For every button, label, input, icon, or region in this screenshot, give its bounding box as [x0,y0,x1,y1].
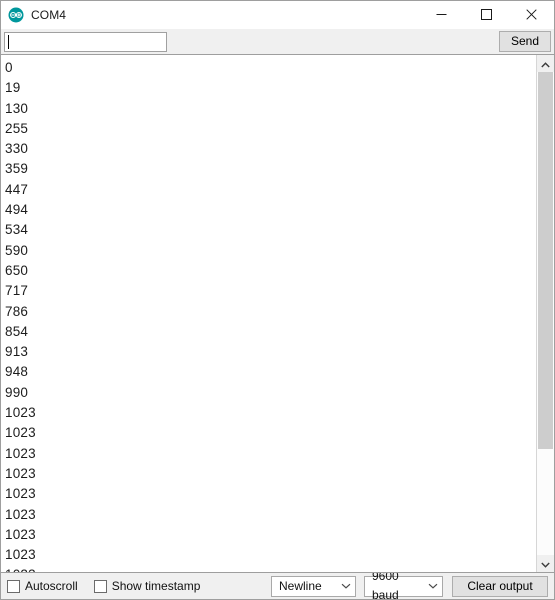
vertical-scrollbar[interactable] [536,55,554,572]
close-icon [526,9,537,20]
serial-output-line: 786 [5,303,29,319]
minimize-icon [436,9,447,20]
window-title: COM4 [31,7,67,22]
serial-output-line: 1023 [5,526,36,542]
serial-output-line: 447 [5,181,29,197]
line-ending-value: Newline [279,578,322,593]
show-timestamp-label: Show timestamp [111,579,201,593]
serial-output-line: 948 [5,364,29,380]
serial-output-line: 650 [5,262,29,278]
serial-output-line: 1023 [5,565,536,572]
chevron-down-icon [541,555,550,573]
serial-output-line: 359 [5,161,29,177]
maximize-icon [481,9,492,20]
serial-output-line: 913 [5,344,29,360]
serial-monitor-window: COM4 Send 0 19 130 255 330 359 447 494 5… [0,0,555,600]
autoscroll-label: Autoscroll [25,579,78,593]
serial-output-line: 494 [5,202,29,218]
serial-output-line: 1023 [5,547,36,563]
window-controls [419,1,554,28]
scroll-down-button[interactable] [537,555,554,572]
serial-output-area: 0 19 130 255 330 359 447 494 534 590 650 717 786 854 9… [1,54,554,573]
chevron-down-icon [341,583,351,589]
show-timestamp-checkbox-box[interactable] [93,579,107,593]
autoscroll-checkbox[interactable]: Autoscroll [7,579,78,593]
serial-output-line: 590 [5,242,29,258]
serial-output-line: 1023 [5,465,36,481]
serial-output-line: 534 [5,222,29,238]
serial-output-line: 330 [5,141,29,157]
serial-output-line: 255 [5,120,29,136]
serial-output-line: 130 [5,100,29,116]
serial-output-line: 1023 [5,506,36,522]
autoscroll-checkbox-box[interactable] [7,579,20,593]
send-bar: Send [1,29,554,54]
serial-output-line: 717 [5,283,29,299]
serial-output-line: 1023 [5,445,36,461]
send-button[interactable]: Send [499,31,551,52]
serial-output-line: 990 [5,384,29,400]
serial-output-line: 19 [5,80,21,96]
status-bar: Autoscroll Show timestamp Newline 9600 b… [1,569,554,599]
line-ending-select[interactable]: Newline [271,575,356,597]
title-bar-left: COM4 [1,7,66,23]
chevron-down-icon [428,583,438,589]
arduino-logo-icon [8,7,24,23]
baud-rate-select[interactable]: 9600 baud [364,569,443,599]
serial-output-line: 854 [5,323,29,339]
close-button[interactable] [509,1,554,28]
minimize-button[interactable] [419,1,464,28]
scrollbar-track[interactable] [537,72,554,555]
text-caret [8,34,9,49]
maximize-button[interactable] [464,1,509,28]
send-input-wrapper [4,31,495,52]
send-input[interactable] [4,31,167,52]
serial-output-line: 1023 [5,405,36,421]
scroll-up-button[interactable] [537,55,554,72]
serial-output-line: 1023 [5,486,36,502]
title-bar: COM4 [1,1,554,29]
show-timestamp-checkbox[interactable]: Show timestamp [93,579,201,593]
serial-output-line: 0 [5,60,13,75]
serial-output-line: 1023 [5,425,36,441]
clear-output-button[interactable]: Clear output [452,575,548,597]
chevron-up-icon [541,55,550,73]
serial-output-text[interactable]: 0 19 130 255 330 359 447 494 534 590 650 717 786 854 9… [1,55,536,572]
scrollbar-thumb[interactable] [538,72,553,449]
